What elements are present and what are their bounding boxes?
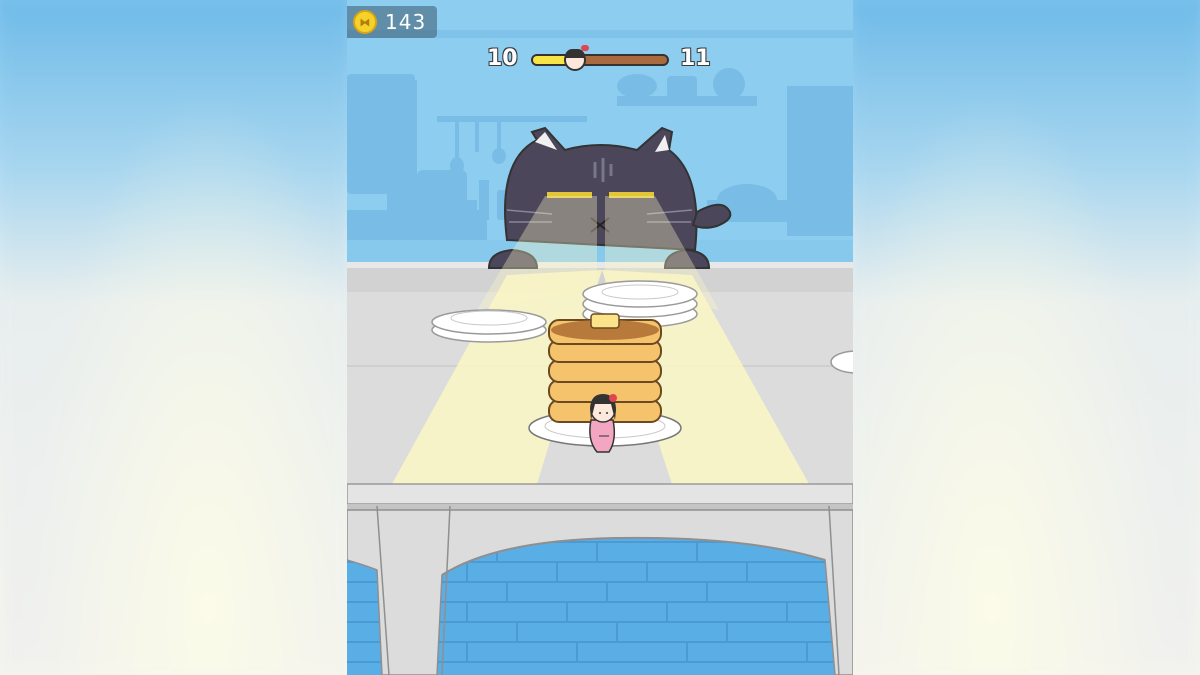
level-progress-bar [531, 54, 669, 66]
coin-counter: ⧓ 143 [347, 6, 437, 38]
player-progress-icon [564, 45, 590, 71]
plate-stack-left [431, 309, 547, 343]
next-level: 11 [679, 45, 711, 72]
girl-icon [589, 394, 617, 453]
game-screen[interactable]: ⧓ 143 10 11 [347, 0, 853, 675]
coin-count: 143 [385, 10, 427, 34]
coin-icon: ⧓ [353, 10, 377, 34]
left-blurred-backdrop [0, 0, 347, 675]
right-blurred-backdrop [853, 0, 1200, 675]
game-scene [347, 0, 853, 675]
current-level: 10 [486, 45, 518, 72]
